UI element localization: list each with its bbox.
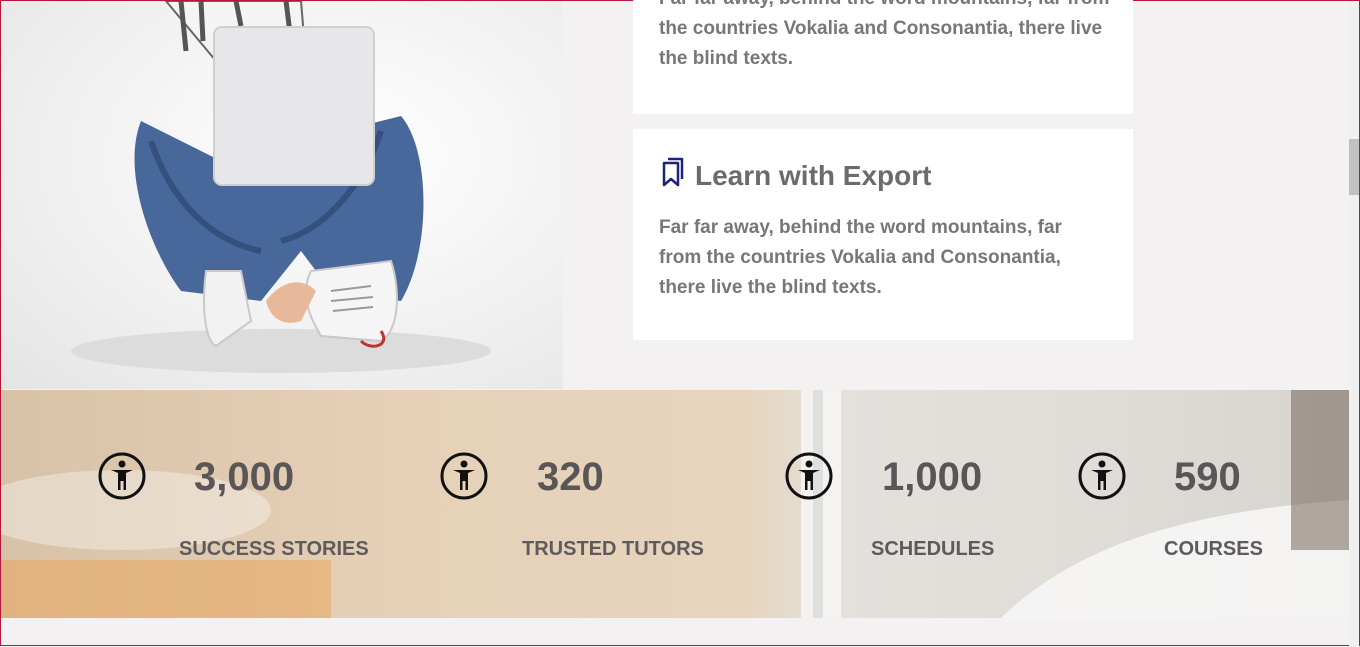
stat-label: SCHEDULES (871, 538, 995, 560)
feature-card-title: Learn with Export (695, 159, 932, 191)
student-with-laptop-image (71, 1, 491, 373)
stat-label: SUCCESS STORIES (179, 538, 369, 560)
stat-label: TRUSTED TUTORS (522, 538, 704, 560)
feature-card-learn-with-export: Learn with Export Far far away, behind t… (633, 129, 1133, 340)
hero-photo (1, 1, 563, 389)
feature-card: Far far away, behind the word mountains,… (633, 0, 1133, 114)
accessibility-icon (98, 452, 146, 500)
feature-card-text: Far far away, behind the word mountains,… (659, 217, 1062, 298)
accessibility-icon (440, 452, 488, 500)
feature-card-text: Far far away, behind the word mountains,… (659, 0, 1109, 69)
scrollbar-thumb[interactable] (1349, 139, 1359, 195)
stats-section: 3,000 SUCCESS STORIES 320 TRUSTED TUTORS… (1, 390, 1350, 618)
accessibility-icon (1078, 452, 1126, 500)
feature-card-title-row: Learn with Export (659, 157, 1107, 194)
accessibility-icon (785, 452, 833, 500)
page-scrollbar[interactable] (1349, 1, 1359, 647)
stat-number: 320 (537, 455, 604, 499)
bookmarks-icon (659, 157, 685, 194)
stat-number: 3,000 (194, 455, 295, 499)
stats-background-image (1, 390, 1350, 618)
stat-label: COURSES (1164, 538, 1263, 560)
stat-number: 590 (1174, 455, 1241, 499)
stat-number: 1,000 (882, 455, 983, 499)
